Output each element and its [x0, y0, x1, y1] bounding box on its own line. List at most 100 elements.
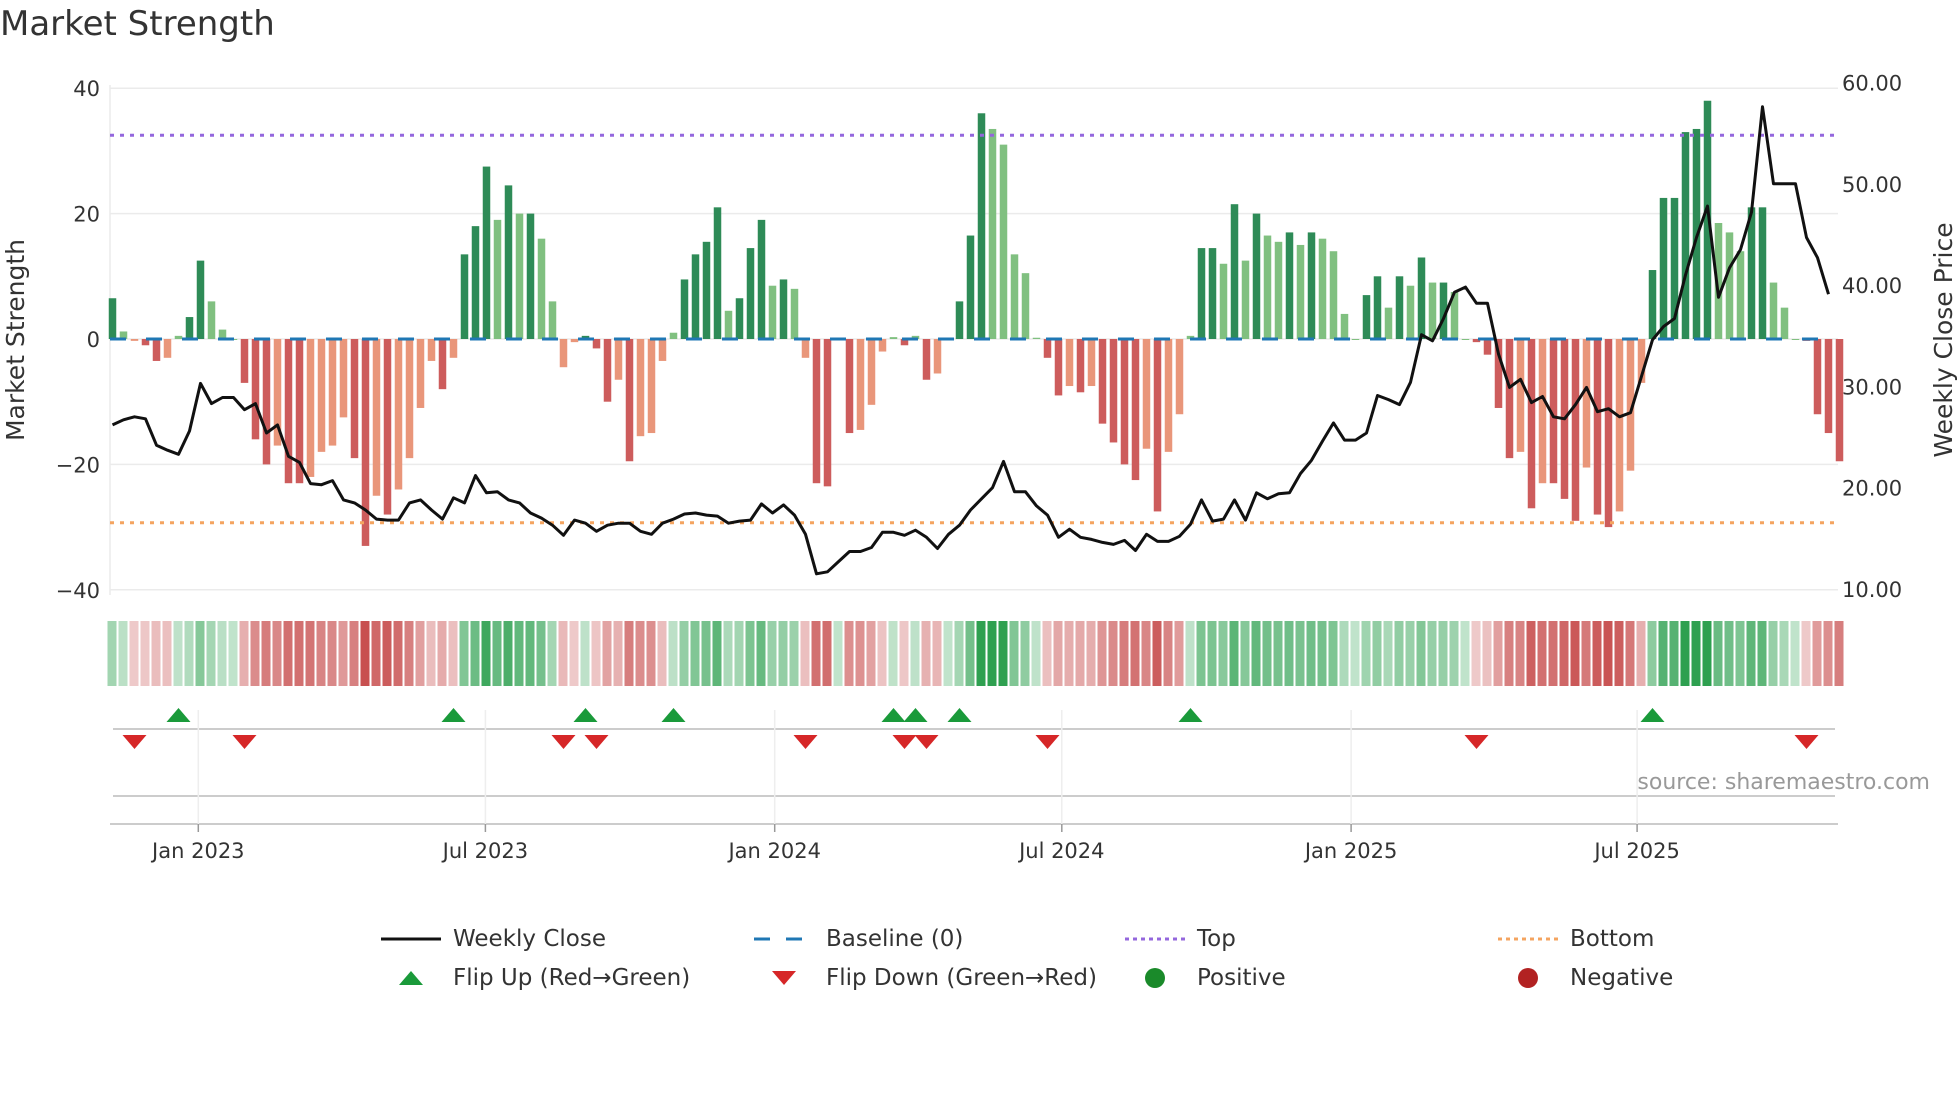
strip-cell — [492, 621, 502, 686]
strip-cell — [360, 621, 370, 686]
strength-bar — [1263, 235, 1272, 339]
strip-cell — [1174, 621, 1184, 686]
legend-dotted-bottom-icon — [1498, 929, 1558, 949]
strip-cell — [426, 621, 436, 686]
strength-bar — [1241, 260, 1250, 339]
strength-bar — [361, 339, 370, 546]
market-strength-chart: 40 20 0 −20 −40 60.00 50.00 40.00 30.00 20.00 10.0… — [1, 72, 1958, 864]
strength-bar — [1307, 232, 1316, 339]
y2-axis-title: Weekly Close Price — [1929, 222, 1958, 457]
legend-label: Weekly Close — [453, 926, 606, 952]
strip-cell — [602, 621, 612, 686]
strip-cell — [327, 621, 337, 686]
strip-cell — [283, 621, 293, 686]
strip-cell — [1130, 621, 1140, 686]
strip-cell — [1350, 621, 1360, 686]
strip-cell — [1328, 621, 1338, 686]
strip-cell — [415, 621, 425, 686]
strip-cell — [778, 621, 788, 686]
strip-cell — [1020, 621, 1030, 686]
strip-cell — [932, 621, 942, 686]
strip-cell — [569, 621, 579, 686]
strength-bar — [757, 219, 766, 339]
strip-cell — [701, 621, 711, 686]
strip-cell — [833, 621, 843, 686]
strip-cell — [294, 621, 304, 686]
strength-bar — [174, 335, 183, 339]
flip-down-marker — [122, 735, 147, 749]
strip-cell — [1625, 621, 1635, 686]
strip-cell — [756, 621, 766, 686]
strip-cell — [1416, 621, 1426, 686]
flip-down-marker — [232, 735, 257, 749]
legend-item: Weekly Close — [381, 926, 606, 952]
flip-down-marker — [1794, 735, 1819, 749]
strip-cell — [162, 621, 172, 686]
strength-bar — [1021, 273, 1030, 339]
strip-cell — [1669, 621, 1679, 686]
legend-item: Bottom — [1498, 926, 1654, 952]
strength-bar — [636, 339, 645, 437]
strip-cell — [1009, 621, 1019, 686]
strip-cell — [855, 621, 865, 686]
strip-cell — [1482, 621, 1492, 686]
strip-cell — [668, 621, 678, 686]
strip-cell — [1570, 621, 1580, 686]
strength-bar — [614, 339, 623, 380]
strip-cell — [1471, 621, 1481, 686]
strip-cell — [1295, 621, 1305, 686]
strength-bar — [1285, 232, 1294, 339]
legend-dashed-icon — [754, 929, 814, 949]
strip-cell — [646, 621, 656, 686]
strength-bar — [1505, 339, 1514, 459]
strip-cell — [811, 621, 821, 686]
strength-bar — [449, 339, 458, 358]
strip-cell — [1559, 621, 1569, 686]
strength-bar — [823, 339, 832, 487]
y2-tick-label: 50.00 — [1842, 173, 1902, 197]
strip-cell — [525, 621, 535, 686]
flip-down-marker — [914, 735, 939, 749]
strength-bar — [1780, 307, 1789, 339]
strip-cell — [910, 621, 920, 686]
strip-cell — [712, 621, 722, 686]
strip-cell — [1218, 621, 1228, 686]
legend-label: Flip Up (Red→Green) — [453, 965, 691, 991]
strength-bar — [779, 279, 788, 339]
strip-cell — [1284, 621, 1294, 686]
strip-cell — [1460, 621, 1470, 686]
strength-bar — [240, 339, 249, 383]
flip-down-marker — [551, 735, 576, 749]
strip-cell — [118, 621, 128, 686]
strength-bar — [1230, 204, 1239, 339]
strength-bar — [1054, 339, 1063, 396]
strip-cell — [580, 621, 590, 686]
strength-bar — [1252, 213, 1261, 339]
strip-cell — [382, 621, 392, 686]
flip-up-marker — [947, 708, 972, 722]
strip-cell — [613, 621, 623, 686]
strip-cell — [195, 621, 205, 686]
strength-bar — [1065, 339, 1074, 387]
strength-bar — [1351, 339, 1360, 340]
flip-down-marker — [1035, 735, 1060, 749]
strength-bar — [493, 219, 502, 339]
strip-cell — [998, 621, 1008, 686]
strength-bar — [317, 339, 326, 452]
strip-cell — [1614, 621, 1624, 686]
strength-bar — [1208, 248, 1217, 339]
strength-bar — [713, 207, 722, 339]
legend-tri-down-icon — [754, 968, 814, 988]
strip-cell — [1339, 621, 1349, 686]
strip-cell — [1185, 621, 1195, 686]
strip-cell — [1306, 621, 1316, 686]
strength-bar — [1593, 339, 1602, 515]
strip-cell — [1537, 621, 1547, 686]
flip-up-marker — [573, 708, 598, 722]
strength-bar — [526, 213, 535, 339]
strip-cell — [1427, 621, 1437, 686]
strength-bar — [394, 339, 403, 490]
strength-bar — [922, 339, 931, 380]
strip-cell — [206, 621, 216, 686]
strength-bar — [1032, 337, 1041, 339]
